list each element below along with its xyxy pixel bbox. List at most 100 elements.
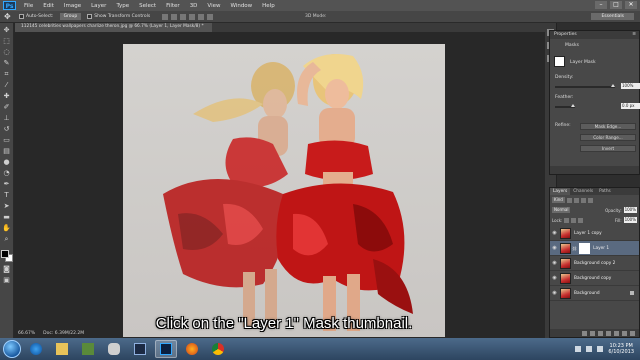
panel-menu-icon[interactable]: ≡ (632, 31, 636, 39)
lock-all-icon[interactable] (578, 217, 584, 223)
document-tab[interactable]: 112145 celebrities wallpapers charlize t… (15, 23, 212, 32)
layer-thumbnail[interactable] (560, 242, 571, 254)
taskbar-ie-icon[interactable] (25, 340, 47, 358)
adjustment-filter-icon[interactable] (573, 197, 579, 203)
path-select-icon[interactable]: ➤ (2, 202, 11, 210)
hand-icon[interactable]: ✋ (2, 224, 11, 232)
start-button[interactable] (3, 340, 21, 358)
align-bottom-icon[interactable] (180, 13, 187, 20)
add-mask-icon[interactable] (598, 330, 603, 336)
align-left-icon[interactable] (189, 13, 196, 20)
marquee-icon[interactable]: ⬚ (2, 37, 11, 45)
maximize-button[interactable]: □ (610, 1, 622, 9)
menu-edit[interactable]: Edit (38, 3, 59, 9)
menu-filter[interactable]: Filter (161, 3, 185, 9)
menu-image[interactable]: Image (59, 3, 86, 9)
fx-icon[interactable] (590, 330, 595, 336)
opacity-field[interactable]: 100% (623, 207, 637, 213)
visibility-eye-icon[interactable]: ◉ (551, 275, 558, 281)
blend-mode-dropdown[interactable]: Normal (552, 207, 571, 213)
image-canvas[interactable] (123, 44, 445, 337)
pixel-filter-icon[interactable] (566, 197, 572, 203)
align-middle-icon[interactable] (171, 13, 178, 20)
clone-stamp-icon[interactable]: ⊥ (2, 114, 11, 122)
visibility-eye-icon[interactable]: ◉ (551, 260, 558, 266)
mask-link-icon[interactable]: ⛓ (572, 246, 577, 251)
align-center-icon[interactable] (198, 13, 205, 20)
menu-layer[interactable]: Layer (86, 3, 111, 9)
menu-file[interactable]: File (19, 3, 38, 9)
show-transform-checkbox[interactable]: Show Transform Controls (87, 14, 150, 19)
lasso-icon[interactable]: ◌ (2, 48, 11, 56)
screen-mode-icon[interactable]: ▣ (2, 276, 11, 284)
fill-field[interactable]: 100% (623, 217, 637, 223)
type-icon[interactable]: T (2, 191, 11, 199)
density-slider[interactable] (555, 84, 615, 88)
tab-paths[interactable]: Paths (596, 188, 614, 195)
invert-button[interactable]: Invert (580, 145, 636, 152)
layer-thumbnail[interactable] (560, 272, 571, 284)
color-swatches[interactable] (0, 250, 13, 262)
visibility-eye-icon[interactable]: ◉ (551, 230, 558, 236)
tab-layers[interactable]: Layers (550, 188, 571, 195)
lock-position-icon[interactable] (571, 217, 577, 223)
mask-edge-button[interactable]: Mask Edge... (580, 123, 636, 130)
new-group-icon[interactable] (614, 330, 619, 336)
layer-row-layer-1-copy[interactable]: ◉ Layer 1 copy (550, 226, 639, 241)
tray-flag-icon[interactable] (575, 346, 582, 352)
close-button[interactable]: ✕ (625, 1, 637, 9)
tray-volume-icon[interactable] (597, 346, 604, 352)
feather-slider[interactable] (555, 104, 575, 108)
menu-type[interactable]: Type (111, 3, 134, 9)
auto-select-dropdown[interactable]: Group (59, 13, 82, 20)
layer-mask-thumbnail[interactable] (579, 242, 591, 254)
move-tool-icon[interactable]: ✥ (4, 12, 13, 21)
menu-select[interactable]: Select (134, 3, 161, 9)
menu-help[interactable]: Help (257, 3, 280, 9)
quick-mask-icon[interactable]: ◙ (2, 265, 11, 273)
taskbar-explorer-icon[interactable] (51, 340, 73, 358)
quick-select-icon[interactable]: ✎ (2, 59, 11, 67)
shape-filter-icon[interactable] (587, 197, 593, 203)
menu-window[interactable]: Window (225, 3, 257, 9)
density-value[interactable]: 100% (621, 83, 640, 89)
doc-size-info[interactable]: Doc: 6.39M/22.2M (43, 331, 84, 336)
menu-3d[interactable]: 3D (185, 3, 203, 9)
kind-filter-dropdown[interactable]: Kind (552, 197, 565, 203)
layer-row-background[interactable]: ◉ Background (550, 286, 639, 301)
align-right-icon[interactable] (207, 13, 214, 20)
feather-value[interactable]: 0.0 px (621, 103, 640, 109)
brush-icon[interactable]: ✐ (2, 103, 11, 111)
dodge-icon[interactable]: ◔ (2, 169, 11, 177)
system-clock[interactable]: 10:23 PM 6/10/2013 (608, 343, 634, 355)
layer-row-background-copy[interactable]: ◉ Background copy (550, 271, 639, 286)
gradient-icon[interactable]: ▤ (2, 147, 11, 155)
tab-channels[interactable]: Channels (570, 188, 596, 195)
zoom-level[interactable]: 66.67% (18, 331, 35, 336)
link-layers-icon[interactable] (582, 330, 587, 336)
layer-mask-thumbnail[interactable] (554, 56, 565, 67)
tray-network-icon[interactable] (586, 346, 593, 352)
workspace-dropdown[interactable]: Essentials (591, 13, 634, 20)
trash-icon[interactable] (630, 330, 635, 336)
taskbar-minecraft-icon[interactable] (77, 340, 99, 358)
blur-icon[interactable]: ● (2, 158, 11, 166)
layer-thumbnail[interactable] (560, 287, 571, 299)
lock-pixels-icon[interactable] (564, 217, 570, 223)
shape-icon[interactable]: ▬ (2, 213, 11, 221)
auto-select-checkbox[interactable]: Auto-Select: (19, 14, 54, 19)
taskbar-photoshop-icon[interactable] (155, 340, 177, 358)
taskbar-media-icon[interactable] (129, 340, 151, 358)
color-range-button[interactable]: Color Range... (580, 134, 636, 141)
healing-brush-icon[interactable]: ✚ (2, 92, 11, 100)
new-layer-icon[interactable] (622, 330, 627, 336)
align-top-icon[interactable] (162, 13, 169, 20)
layer-row-background-copy-2[interactable]: ◉ Background copy 2 (550, 256, 639, 271)
crop-icon[interactable]: ⌗ (2, 70, 11, 78)
foreground-color-swatch[interactable] (0, 250, 9, 258)
layer-thumbnail[interactable] (560, 227, 571, 239)
zoom-icon[interactable]: ⌕ (2, 235, 11, 243)
history-brush-icon[interactable]: ↺ (2, 125, 11, 133)
type-filter-icon[interactable] (580, 197, 586, 203)
eyedropper-icon[interactable]: ⁄ (2, 81, 11, 89)
